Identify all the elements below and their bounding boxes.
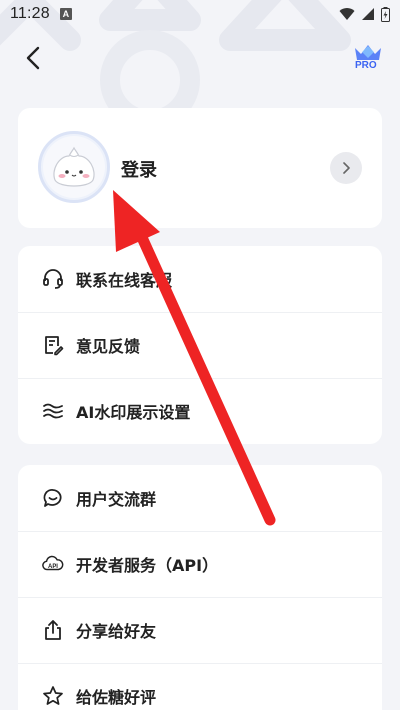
menu-item-label: 意见反馈: [76, 337, 141, 356]
signal-icon: [362, 8, 374, 20]
waves-icon: [42, 400, 64, 422]
back-arrow-icon: [26, 46, 40, 70]
profile-action-button[interactable]: [330, 152, 362, 184]
user-avatar[interactable]: [38, 131, 110, 203]
menu-item-developer-api[interactable]: API 开发者服务（API）: [18, 531, 382, 597]
chat-bubble-icon: [42, 487, 64, 509]
bun-mascot-avatar-icon: [53, 146, 95, 187]
menu-item-label: 用户交流群: [76, 490, 157, 509]
menu-item-online-support[interactable]: 联系在线客服: [18, 246, 382, 312]
headset-icon: [42, 268, 64, 290]
chevron-right-icon: [343, 162, 350, 174]
menu-item-share-to-friends[interactable]: 分享给好友: [18, 597, 382, 663]
menu-item-feedback[interactable]: 意见反馈: [18, 312, 382, 378]
top-nav: PRO: [0, 38, 400, 78]
status-time: 11:28: [10, 5, 50, 22]
menu-item-label: 开发者服务（API）: [76, 556, 219, 575]
wifi-icon: [339, 8, 355, 20]
notification-app-badge: A: [59, 8, 72, 20]
status-bar: 11:28 A: [0, 0, 400, 28]
login-link[interactable]: 登录: [121, 156, 157, 182]
feedback-note-icon: [42, 334, 64, 356]
menu-item-label: 联系在线客服: [76, 271, 173, 290]
status-icons: [339, 6, 390, 22]
menu-item-rate-app[interactable]: 给佐糖好评: [18, 663, 382, 710]
api-cloud-icon: API: [42, 553, 64, 575]
menu-item-label: 分享给好友: [76, 622, 157, 641]
share-icon: [42, 619, 64, 641]
menu-item-ai-watermark-settings[interactable]: AI水印展示设置: [18, 378, 382, 444]
menu-item-user-group[interactable]: 用户交流群: [18, 465, 382, 531]
battery-icon: [381, 6, 390, 22]
back-button[interactable]: [18, 42, 48, 74]
support-menu-card: 联系在线客服 意见反馈 AI水印展示设置: [18, 246, 382, 444]
menu-item-label: 给佐糖好评: [76, 688, 157, 707]
menu-item-label: AI水印展示设置: [76, 403, 191, 422]
star-icon: [42, 685, 64, 707]
community-menu-card: 用户交流群 API 开发者服务（API） 分享给好友 给佐糖好评: [18, 465, 382, 710]
svg-text:API: API: [48, 564, 58, 570]
profile-card: 登录: [18, 108, 382, 228]
pro-membership-button[interactable]: PRO: [352, 40, 384, 74]
pro-label: PRO: [355, 60, 377, 71]
